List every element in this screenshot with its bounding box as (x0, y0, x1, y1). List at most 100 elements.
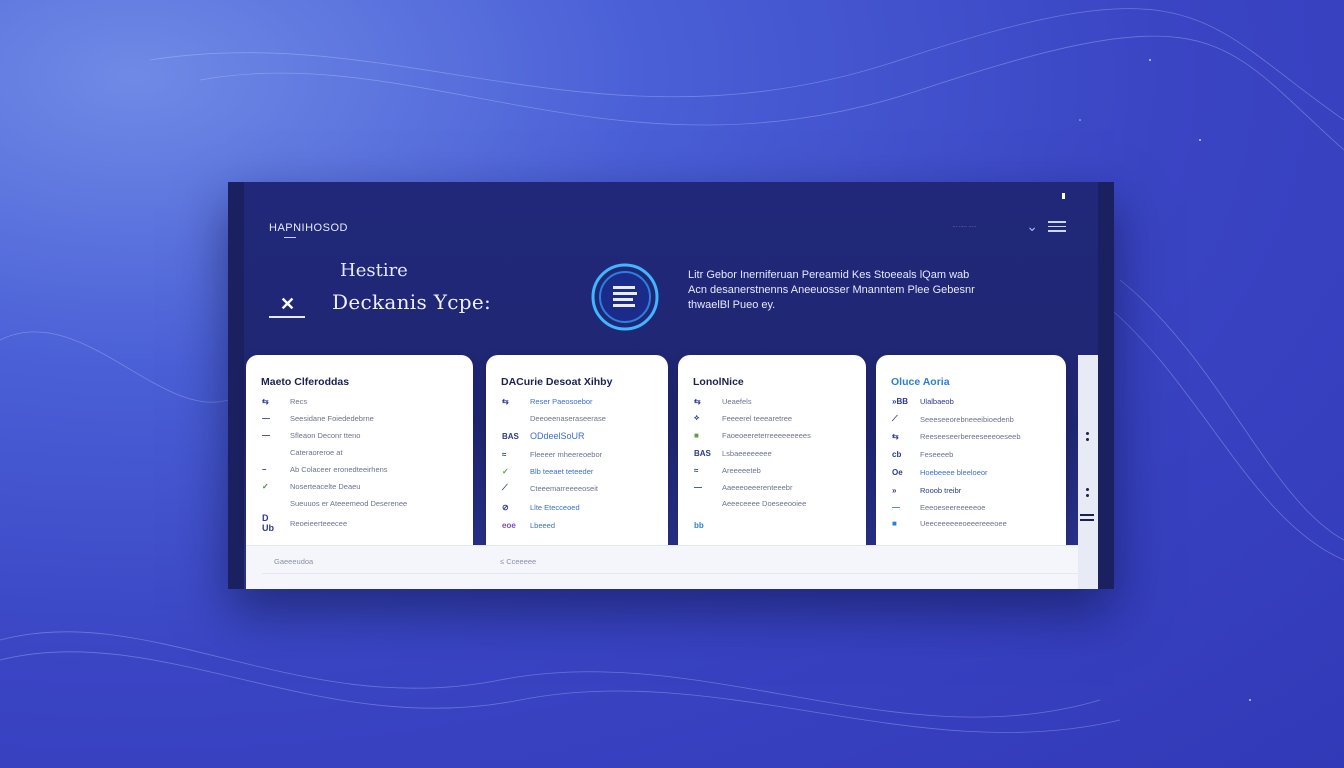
list-icon: »BB (892, 396, 909, 406)
list-item[interactable]: — Seesidane Foiededebrne (262, 412, 374, 424)
list-icon: BAS (502, 431, 519, 441)
top-right-nav: ··· ····· ····· ⌄ (952, 218, 1066, 235)
list-item-label: Sfleaon Deconr tteno (290, 430, 361, 440)
list-item[interactable]: — Aaeeeoeeerenteeebr (694, 481, 792, 493)
list-item-label: Feseeeeb (920, 449, 954, 459)
list-item-label: Reeseeseerbereeseeeoeseeb (920, 431, 1021, 441)
list-item[interactable]: ⟋ Seeeseeorebneeeibioedenb (892, 413, 1014, 425)
list-item[interactable]: eoe Lbeeed (502, 519, 555, 531)
card-1: Maeto Clferoddas ⇆ Recs — Seesidane Foiede… (246, 355, 473, 545)
list-item[interactable]: Aeeeceeee Doeseeooiee (694, 497, 806, 509)
list-item[interactable]: ≈ Areeeeeteb (694, 464, 761, 476)
list-icon: Oe (892, 467, 903, 477)
list-item[interactable]: BAS ODdeelSoUR (502, 430, 585, 442)
window-right-edge (1098, 182, 1114, 589)
list-icon: ≈ (694, 465, 699, 475)
list-item[interactable]: D Ub Reoeieerteeecee (262, 513, 348, 533)
list-icon: – (262, 464, 267, 474)
list-item-label: Sueuuos er Ateeemeod Deserenee (290, 498, 408, 508)
list-item[interactable]: » Rooob treibr (892, 484, 961, 496)
list-item[interactable]: ■ Ueeceeeeeeoeeereeeoee (892, 517, 1007, 529)
window-left-edge (228, 182, 244, 589)
check-icon: ✓ (502, 466, 509, 476)
list-icon: D Ub (262, 513, 274, 533)
list-icon: ⇆ (694, 396, 701, 406)
list-item-label: Feeeerel teeearetree (722, 413, 793, 423)
list-item-label: Eeeoeseereeeeeoe (920, 502, 986, 512)
list-item-label: Reser Paeosoebor (530, 396, 593, 406)
list-item[interactable]: — Sfleaon Deconr tteno (262, 429, 360, 441)
list-icon: ⇆ (262, 396, 269, 406)
list-icon: cb (892, 449, 902, 459)
list-icon: eoe (502, 520, 516, 530)
hero-title-line-1: Hestire (340, 260, 408, 281)
list-item-label: Ulalbaeob (920, 396, 954, 406)
list-icon: ⇆ (502, 396, 509, 406)
list-item-label: Seeeseeorebneeeibioedenb (920, 414, 1014, 424)
list-item-label: Ueaefels (722, 396, 752, 406)
list-item[interactable]: – Ab Colaceer eronedteeirhens (262, 463, 388, 475)
list-item[interactable]: Sueuuos er Ateeemeod Deserenee (262, 497, 407, 509)
list-item-label: Recs (290, 396, 308, 406)
list-item[interactable]: ⟡ Feeeerel teeearetree (694, 412, 792, 424)
list-item-label: Faoeoeereterreeeeeeeees (722, 430, 811, 440)
list-icon: ■ (694, 430, 699, 440)
list-icon: ⟡ (694, 413, 700, 422)
list-item[interactable]: bb (694, 519, 722, 531)
list-item[interactable]: Deeoeenaseraseerase (502, 412, 606, 424)
list-item-label: Ab Colaceer eronedteeirhens (290, 464, 388, 474)
list-item-label: Lsbaeeeeeeee (722, 448, 772, 458)
list-item[interactable]: ✓ Blb teeaet teteeder (502, 465, 593, 477)
more-options-icon[interactable] (1086, 432, 1090, 441)
list-item-label: Aeeeceeee Doeseeooiee (722, 498, 807, 508)
close-icon[interactable]: ✕ (280, 294, 295, 315)
list-item[interactable]: BAS Lsbaeeeeeeee (694, 447, 772, 459)
app-window: HAPNIHOSOD ··· ····· ····· ⌄ Hestire Dec… (228, 182, 1114, 589)
footer-divider (262, 573, 1078, 574)
list-item-label: Aaeeeoeeerenteeebr (722, 482, 793, 492)
list-item[interactable]: ⇆ Reser Paeosoebor (502, 395, 593, 407)
list-item[interactable]: ≈ Fleeeer mheereoebor (502, 448, 602, 460)
list-item-label: Cteeemarreeeeoseit (530, 483, 598, 493)
list-item-label: Seesidane Foiededebrne (290, 413, 374, 423)
list-item[interactable]: Oe Hoebeeee bleeloeor (892, 466, 988, 478)
list-item[interactable]: ⊘ Llte Etecceoed (502, 501, 580, 513)
brand-underline (284, 237, 296, 238)
card-title: Oluce Aoria (891, 376, 950, 388)
list-item-label: Blb teeaet teteeder (530, 466, 594, 476)
list-item[interactable]: ✓ Noserteacelte Deaeu (262, 480, 360, 492)
list-item[interactable]: Cateraoreroe at (262, 446, 343, 458)
brand-logo-text[interactable]: HAPNIHOSOD (269, 222, 348, 234)
more-options-icon[interactable] (1086, 488, 1090, 497)
list-item-label: Deeoeenaseraseerase (530, 413, 606, 423)
list-item-label: Llte Etecceoed (530, 502, 580, 512)
chevron-down-icon[interactable]: ⌄ (1026, 218, 1038, 235)
hero-description: Litr Gebor Inerniferuan Pereamid Kes Sto… (688, 269, 975, 311)
footer-bar: Gaeeeudoa ≤ Cceeeee (246, 545, 1078, 589)
list-item-label: Reoeieerteeecee (290, 518, 348, 528)
list-icon: BAS (694, 448, 711, 458)
indicator-dot (1062, 193, 1065, 199)
list-item[interactable]: ⇆ Reeseeseerbereeseeeoeseeb (892, 430, 1021, 442)
list-item[interactable]: ⟋ Cteeemarreeeeoseit (502, 482, 598, 494)
list-item[interactable]: ⇆ Ueaefels (694, 395, 752, 407)
list-icon: ⊘ (502, 502, 509, 512)
hamburger-menu-icon[interactable] (1048, 221, 1066, 232)
list-item-label: Lbeeed (530, 520, 556, 530)
card-3: LonolNice ⇆ Ueaefels ⟡ Feeeerel teeearetre… (678, 355, 866, 545)
footer-left-label[interactable]: Gaeeeudoa (274, 557, 313, 566)
list-item[interactable]: ■ Faoeoeereterreeeeeeeees (694, 429, 811, 441)
card-title: Maeto Clferoddas (261, 376, 350, 388)
footer-right-label[interactable]: ≤ Cceeeee (500, 557, 536, 566)
list-item[interactable]: »BB Ulalbaeob (892, 395, 954, 407)
drag-handle-icon[interactable] (1080, 514, 1094, 521)
card-title: LonolNice (693, 376, 744, 388)
list-item[interactable]: — Eeeoeseereeeeeoe (892, 501, 985, 513)
close-underline (269, 316, 305, 318)
list-item-label: Noserteacelte Deaeu (290, 481, 361, 491)
list-item[interactable]: ⇆ Recs (262, 395, 307, 407)
list-icon: ≈ (502, 449, 507, 459)
list-item[interactable]: cb Feseeeeb (892, 448, 953, 460)
list-item-label: Cateraoreroe at (290, 447, 343, 457)
card-title: DACurie Desoat Xihby (501, 376, 613, 388)
